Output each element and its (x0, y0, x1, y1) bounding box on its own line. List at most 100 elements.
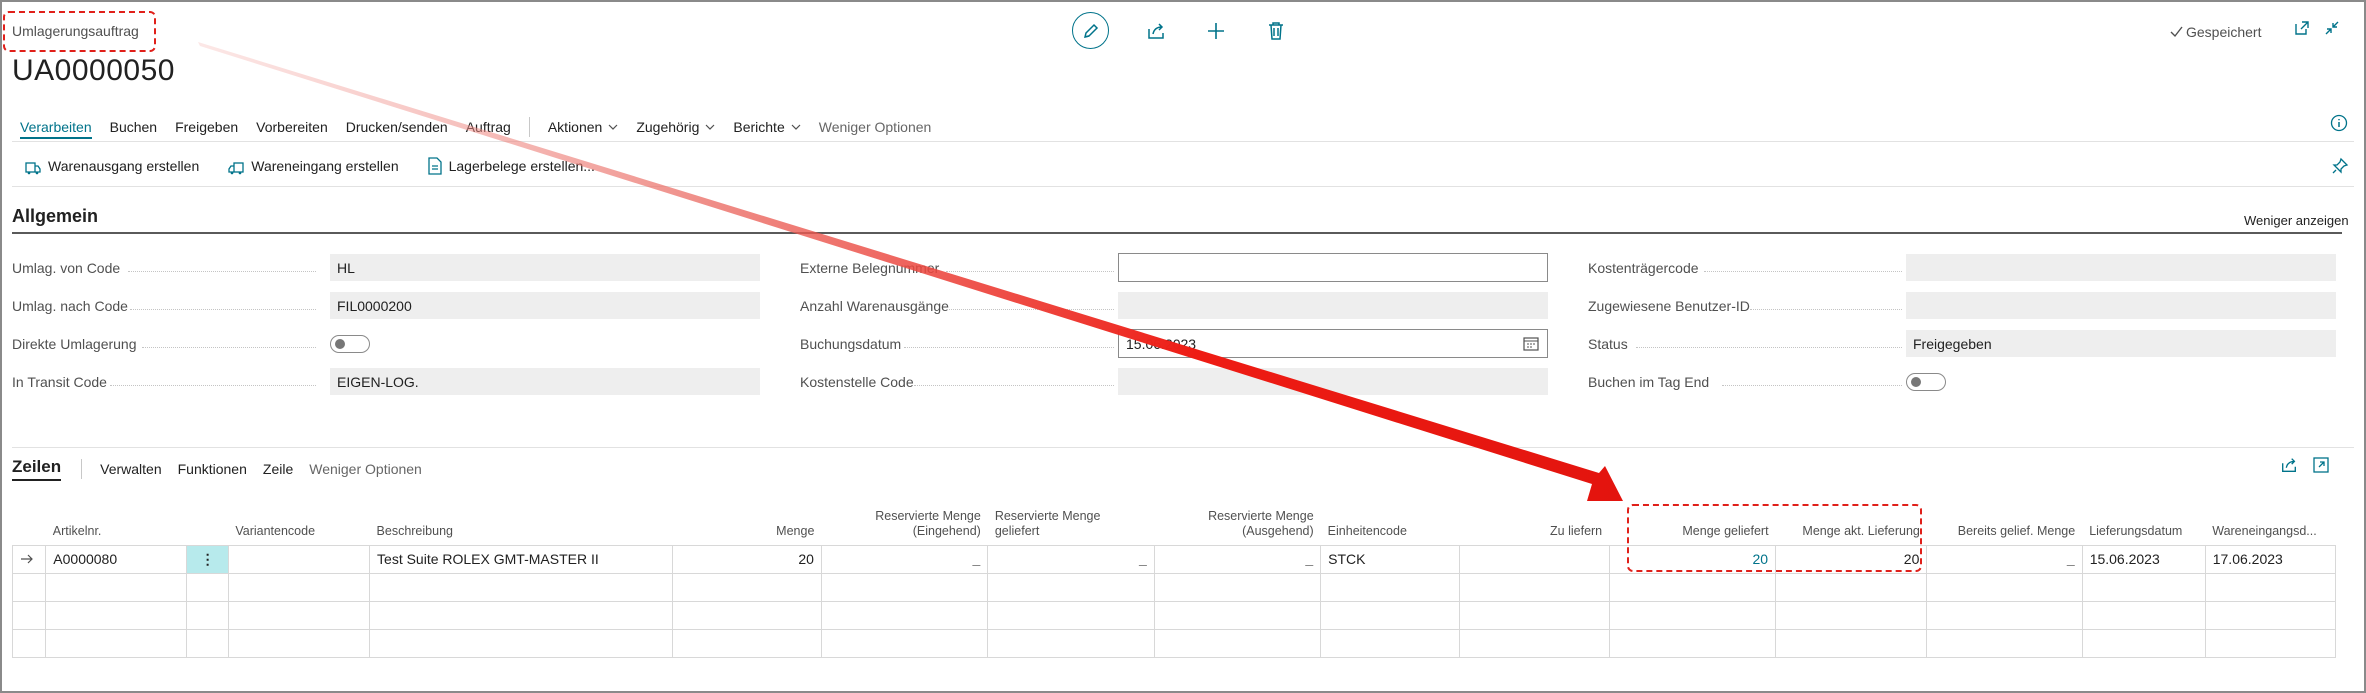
col-res-eingehend[interactable]: Reservierte Menge (Eingehend) (821, 508, 987, 545)
col-artikelnr[interactable]: Artikelnr. (46, 508, 187, 545)
empty-cell[interactable] (2204, 600, 2337, 630)
empty-cell[interactable] (1775, 572, 1928, 602)
collapse-icon[interactable] (2324, 20, 2340, 36)
cell-menge-geliefert[interactable]: 20 (1608, 544, 1777, 574)
menu-berichte[interactable]: Berichte (733, 119, 801, 135)
empty-cell[interactable] (2081, 572, 2206, 602)
col-variantencode[interactable]: Variantencode (228, 508, 369, 545)
table-row[interactable]: A0000080 ⋮ Test Suite ROLEX GMT-MASTER I… (11, 544, 2337, 574)
menu-buchen[interactable]: Buchen (110, 119, 157, 135)
cell-lieferungsdatum[interactable]: 15.06.2023 (2081, 544, 2206, 574)
empty-cell[interactable] (820, 628, 989, 658)
share-button[interactable] (1143, 18, 1169, 44)
col-menge-akt-lieferung[interactable]: Menge akt. Lieferung (1776, 508, 1927, 545)
cell-einheitencode[interactable]: STCK (1320, 544, 1461, 574)
cell-artikelnr[interactable]: A0000080 (45, 544, 188, 574)
empty-cell[interactable] (1926, 572, 2083, 602)
empty-cell[interactable] (45, 628, 188, 658)
empty-cell[interactable] (820, 572, 989, 602)
open-new-window-icon[interactable] (2294, 20, 2310, 36)
empty-cell[interactable] (369, 572, 673, 602)
table-row[interactable] (11, 628, 2337, 658)
cell-menge[interactable]: 20 (671, 544, 822, 574)
row-menu-button[interactable]: ⋮ (186, 544, 229, 574)
col-beschreibung[interactable]: Beschreibung (370, 508, 673, 545)
empty-cell[interactable] (2081, 600, 2206, 630)
empty-cell[interactable] (671, 572, 822, 602)
empty-cell[interactable] (1459, 628, 1610, 658)
empty-cell[interactable] (1153, 572, 1322, 602)
empty-cell[interactable] (1608, 572, 1777, 602)
menu-auftrag[interactable]: Auftrag (466, 119, 511, 135)
empty-cell[interactable] (1459, 572, 1610, 602)
empty-cell[interactable] (227, 628, 371, 658)
create-warehouse-docs-button[interactable]: Lagerbelege erstellen... (427, 157, 595, 175)
empty-cell[interactable] (1320, 572, 1461, 602)
col-wareneingangsdatum[interactable]: Wareneingangsd... (2205, 508, 2335, 545)
cell-beschreibung[interactable]: Test Suite ROLEX GMT-MASTER II (369, 544, 673, 574)
cell-wareneingangsdatum[interactable]: 17.06.2023 (2204, 544, 2337, 574)
cell-variantencode[interactable] (227, 544, 371, 574)
table-row[interactable] (11, 600, 2337, 630)
lines-menu-line[interactable]: Zeile (263, 461, 293, 477)
lines-menu-manage[interactable]: Verwalten (100, 461, 161, 477)
col-lieferungsdatum[interactable]: Lieferungsdatum (2082, 508, 2205, 545)
in-transit-code-input[interactable]: EIGEN-LOG. (330, 368, 760, 395)
cell-menge-akt-lieferung[interactable]: 20 (1775, 544, 1928, 574)
empty-cell[interactable] (1320, 600, 1461, 630)
empty-cell[interactable] (1608, 628, 1777, 658)
cell-res-ausgehend[interactable]: _ (1153, 544, 1322, 574)
empty-cell[interactable] (227, 572, 371, 602)
calendar-icon[interactable] (1523, 336, 1539, 351)
menu-freigeben[interactable]: Freigeben (175, 119, 238, 135)
empty-cell[interactable] (1320, 628, 1461, 658)
empty-cell[interactable] (227, 600, 371, 630)
assigned-user-input[interactable] (1906, 292, 2336, 319)
direct-transfer-toggle[interactable] (330, 335, 370, 353)
cell-bereits-geliefert[interactable]: _ (1926, 544, 2083, 574)
to-code-input[interactable]: FIL0000200 (330, 292, 760, 319)
post-day-end-toggle[interactable] (1906, 373, 1946, 391)
empty-cell[interactable] (2081, 628, 2206, 658)
empty-cell[interactable] (1153, 628, 1322, 658)
empty-cell[interactable] (369, 600, 673, 630)
empty-cell[interactable] (1926, 628, 2083, 658)
cell-res-eingehend[interactable]: _ (820, 544, 989, 574)
external-doc-no-input[interactable] (1118, 253, 1548, 282)
empty-cell[interactable] (987, 628, 1155, 658)
show-less-button[interactable]: Weniger anzeigen (2244, 213, 2349, 228)
empty-cell[interactable] (45, 572, 188, 602)
menu-zugehoerig[interactable]: Zugehörig (636, 119, 715, 135)
col-einheitencode[interactable]: Einheitencode (1321, 508, 1460, 545)
new-button[interactable] (1203, 18, 1229, 44)
col-res-ausgehend[interactable]: Reservierte Menge (Ausgehend) (1154, 508, 1320, 545)
col-res-geliefert[interactable]: Reservierte Menge geliefert (988, 508, 1154, 545)
empty-cell[interactable] (2204, 628, 2337, 658)
empty-cell[interactable] (45, 600, 188, 630)
cost-object-input[interactable] (1906, 254, 2336, 281)
empty-cell[interactable] (1608, 600, 1777, 630)
col-zu-liefern[interactable]: Zu liefern (1460, 508, 1609, 545)
create-shipment-button[interactable]: Warenausgang erstellen (24, 157, 199, 175)
empty-cell[interactable] (1775, 628, 1928, 658)
empty-cell[interactable] (1926, 600, 2083, 630)
empty-cell[interactable] (671, 628, 822, 658)
cost-center-input[interactable] (1118, 368, 1548, 395)
col-menge[interactable]: Menge (672, 508, 821, 545)
pin-button[interactable] (2331, 157, 2349, 180)
cell-res-geliefert[interactable]: _ (987, 544, 1155, 574)
empty-cell[interactable] (987, 600, 1155, 630)
empty-cell[interactable] (369, 628, 673, 658)
info-button[interactable] (2330, 114, 2348, 137)
col-bereits-geliefert[interactable]: Bereits gelief. Menge (1927, 508, 2082, 545)
from-code-input[interactable]: HL (330, 254, 760, 281)
create-receipt-button[interactable]: Wareneingang erstellen (227, 157, 399, 175)
menu-aktionen[interactable]: Aktionen (548, 119, 618, 135)
edit-button[interactable] (1072, 12, 1109, 49)
lines-menu-functions[interactable]: Funktionen (178, 461, 247, 477)
empty-cell[interactable] (1459, 600, 1610, 630)
col-menge-geliefert[interactable]: Menge geliefert (1609, 508, 1775, 545)
expand-icon[interactable] (2312, 456, 2330, 474)
empty-cell[interactable] (1153, 600, 1322, 630)
posting-date-input[interactable]: 15.06.2023 (1118, 329, 1548, 358)
